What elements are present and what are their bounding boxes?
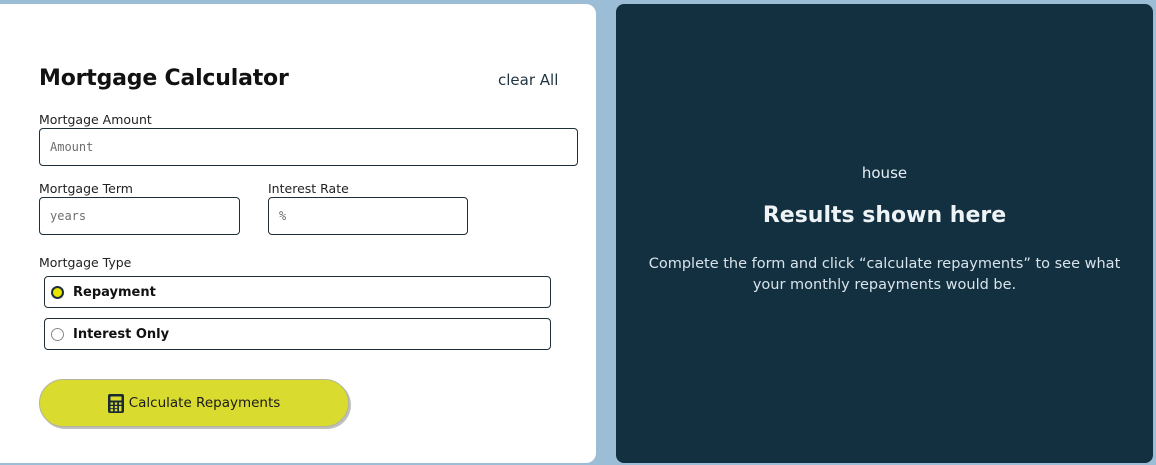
- clear-all-link[interactable]: clear All: [498, 71, 558, 89]
- calculate-repayments-label: Calculate Repayments: [128, 395, 281, 411]
- radio-label-interest-only: Interest Only: [73, 326, 170, 342]
- calculator-icon: [107, 393, 124, 413]
- radio-option-interest-only[interactable]: Interest Only: [44, 318, 551, 350]
- mortgage-amount-input[interactable]: [39, 128, 578, 166]
- mortgage-amount-label: Mortgage Amount: [39, 112, 152, 127]
- page-title: Mortgage Calculator: [39, 66, 289, 91]
- mortgage-term-label: Mortgage Term: [39, 181, 133, 196]
- radio-option-repayment[interactable]: Repayment: [44, 276, 551, 308]
- house-image-alt-text: house: [861, 164, 908, 182]
- radio-label-repayment: Repayment: [73, 284, 156, 300]
- interest-rate-input[interactable]: [268, 197, 468, 235]
- mortgage-term-input[interactable]: [39, 197, 240, 235]
- results-title: Results shown here: [762, 203, 1007, 228]
- mortgage-type-label: Mortgage Type: [39, 255, 132, 270]
- page: Mortgage Calculator clear All Mortgage A…: [0, 0, 1156, 465]
- calculate-repayments-button[interactable]: Calculate Repayments: [39, 379, 349, 427]
- interest-rate-label: Interest Rate: [268, 181, 349, 196]
- radio-button-checked[interactable]: [51, 285, 64, 299]
- calculator-form: Mortgage Calculator clear All Mortgage A…: [0, 4, 596, 463]
- radio-button-unchecked[interactable]: [51, 327, 64, 341]
- results-description: Complete the form and click “calculate r…: [648, 256, 1121, 293]
- results-panel: house Results shown here Complete the fo…: [616, 4, 1153, 463]
